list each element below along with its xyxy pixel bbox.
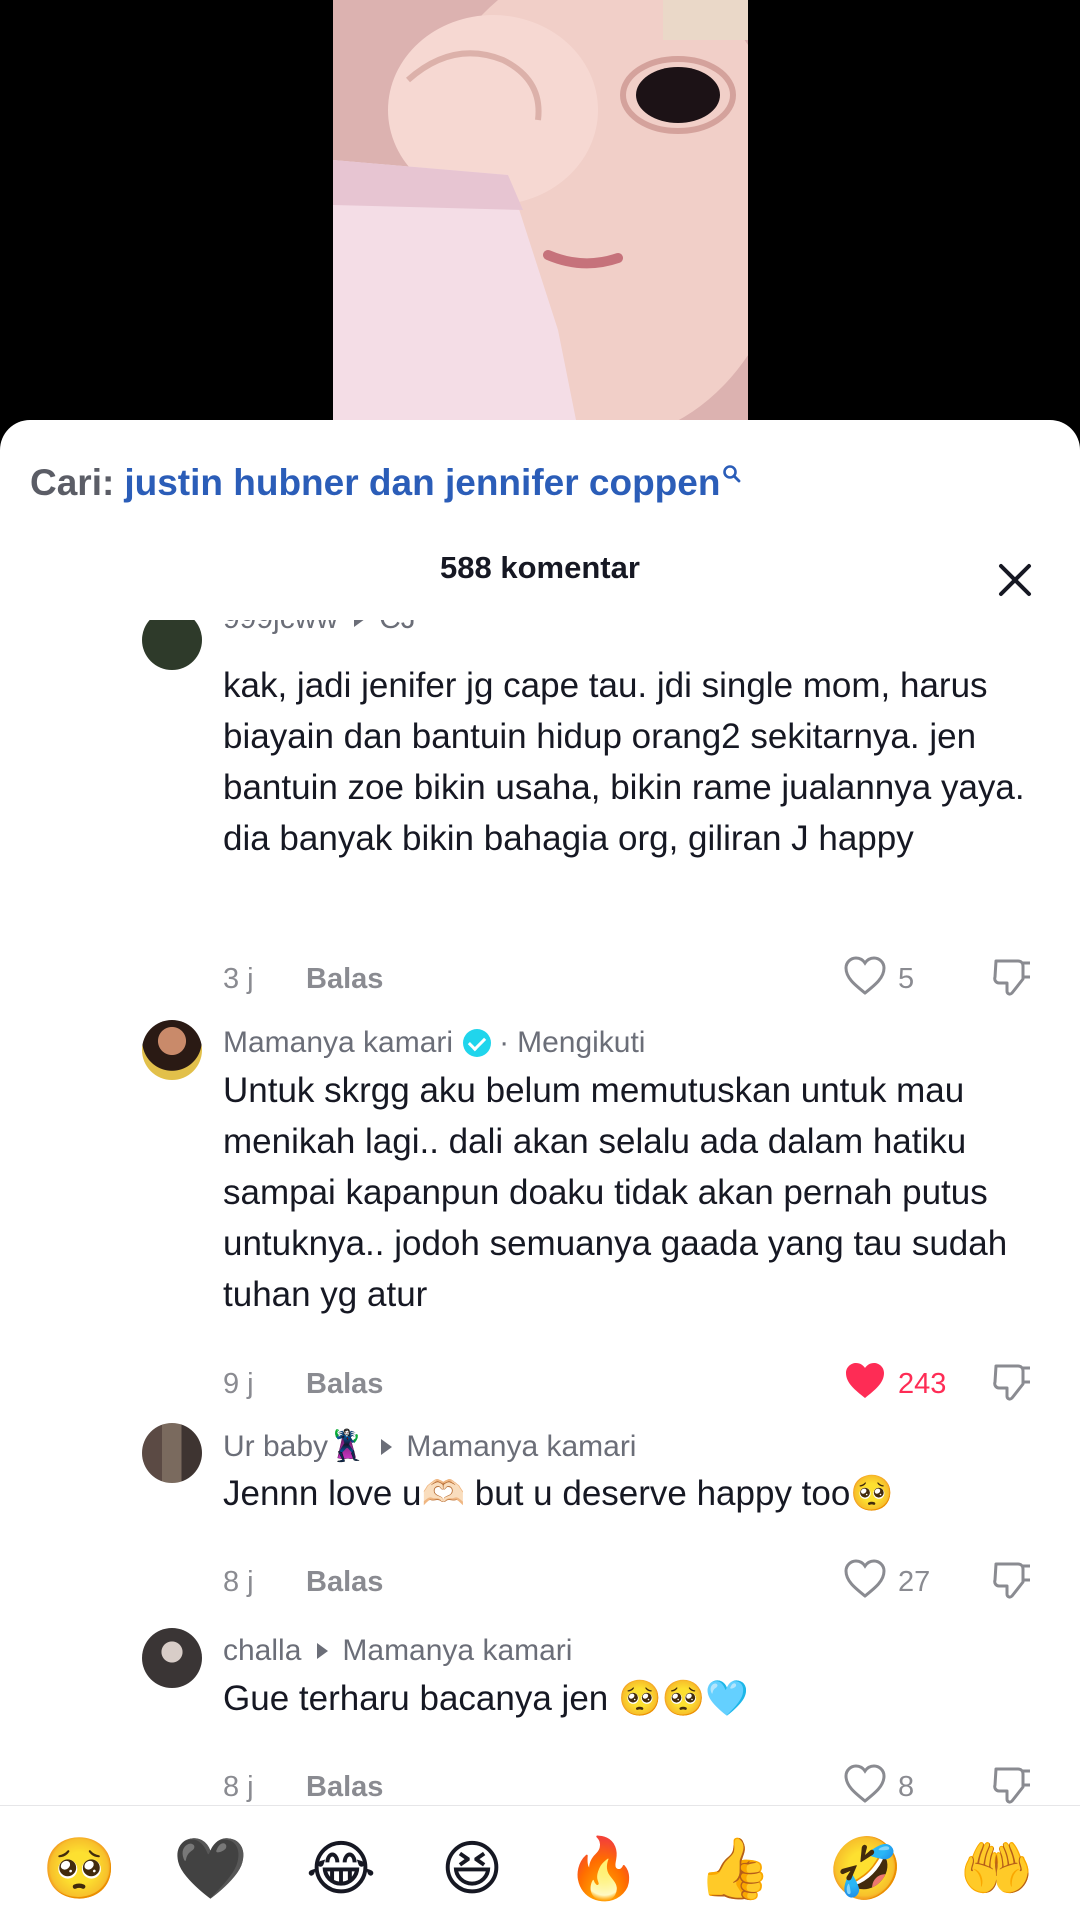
search-icon[interactable] (722, 451, 742, 493)
comment-meta: Ur baby🦹‍♀️ Mamanya kamari (223, 1429, 636, 1464)
reply-arrow-icon (354, 620, 366, 627)
video-thumbnail[interactable] (333, 0, 748, 430)
reply-arrow-icon (317, 1643, 329, 1659)
pleading-face-emoji-button[interactable]: 🥺 (42, 1832, 117, 1906)
fire-emoji-button[interactable]: 🔥 (566, 1832, 641, 1906)
reply-button[interactable]: Balas (306, 1368, 383, 1401)
tears-of-joy-emoji-button[interactable]: 😂 (304, 1832, 378, 1906)
palms-up-emoji-button[interactable]: 🤲 (959, 1832, 1034, 1906)
comment-text: Gue terharu bacanya jen 🥺🥺🩵 (223, 1679, 749, 1718)
comment-meta: 999jcww CJ (223, 620, 416, 636)
search-prefix: Cari: (30, 462, 115, 503)
dislike-icon[interactable] (990, 1360, 1034, 1412)
like-count: 27 (898, 1566, 931, 1598)
comment-text: Untuk skrgg aku belum memutuskan untuk m… (223, 1071, 1008, 1314)
search-query-link[interactable]: justin hubner dan jennifer coppen (124, 462, 720, 504)
comment-meta: challa Mamanya kamari (223, 1634, 572, 1668)
search-suggestion[interactable]: Cari: justin hubner dan jennifer coppen (30, 462, 742, 504)
like-count: 8 (898, 1771, 915, 1803)
avatar[interactable] (142, 1628, 202, 1688)
emoji-quick-bar: 🥺 🖤 😂 😆 🔥 👍 🤣 🤲 (0, 1805, 1080, 1921)
rolling-laughing-emoji-button[interactable]: 🤣 (828, 1832, 903, 1906)
comment-username[interactable]: challa (223, 1634, 301, 1668)
comment-username[interactable]: 999jcww (223, 620, 338, 636)
avatar[interactable] (142, 1423, 202, 1483)
reply-to-username[interactable]: Mamanya kamari (406, 1430, 636, 1464)
comments-sheet: Cari: justin hubner dan jennifer coppen … (0, 420, 1080, 1920)
comment-actions: 3 j Balas 5 (223, 955, 1053, 1005)
comment-username[interactable]: Ur baby🦹‍♀️ (223, 1429, 365, 1464)
close-icon[interactable] (995, 560, 1035, 600)
reply-button[interactable]: Balas (306, 1771, 383, 1804)
black-heart-emoji-button[interactable]: 🖤 (173, 1832, 248, 1906)
reply-arrow-icon (381, 1438, 393, 1455)
comment-count-title: 588 komentar (440, 550, 640, 585)
heart-filled-icon[interactable] (843, 1360, 887, 1410)
reply-to-username[interactable]: Mamanya kamari (342, 1634, 572, 1668)
reply-to-username[interactable]: CJ (379, 620, 416, 636)
comment-time: 3 j (223, 963, 254, 995)
heart-icon[interactable] (843, 955, 887, 1005)
reply-button[interactable]: Balas (306, 1566, 383, 1599)
following-label: Mengikuti (517, 1026, 646, 1059)
laughing-emoji-button[interactable]: 😆 (435, 1832, 509, 1906)
dislike-icon[interactable] (990, 1558, 1034, 1610)
comment-text: Jennn love u🫶🏻 but u deserve happy too🥺 (223, 1474, 894, 1513)
thumbs-up-emoji-button[interactable]: 👍 (697, 1832, 772, 1906)
comment-time: 8 j (223, 1566, 254, 1598)
comment-time: 9 j (223, 1368, 254, 1400)
comment-actions: 9 j Balas 243 (223, 1360, 1053, 1410)
dislike-icon[interactable] (990, 955, 1034, 1007)
comment-list[interactable]: 999jcww CJ kak, jadi jenifer jg cape tau… (0, 620, 1080, 1830)
avatar[interactable] (142, 620, 202, 670)
comment-actions: 8 j Balas 27 (223, 1558, 1053, 1608)
verified-badge-icon (463, 1029, 492, 1057)
like-count: 5 (898, 963, 915, 995)
comment-text: kak, jadi jenifer jg cape tau. jdi singl… (223, 666, 1025, 858)
comment-meta: Mamanya kamari · Mengikuti (223, 1026, 646, 1060)
reply-button[interactable]: Balas (306, 963, 383, 996)
comment-time: 8 j (223, 1771, 254, 1803)
avatar[interactable] (142, 1020, 202, 1080)
heart-icon[interactable] (843, 1558, 887, 1608)
comment-username[interactable]: Mamanya kamari (223, 1026, 453, 1060)
like-count: 243 (898, 1368, 947, 1400)
video-preview[interactable] (0, 0, 1080, 430)
